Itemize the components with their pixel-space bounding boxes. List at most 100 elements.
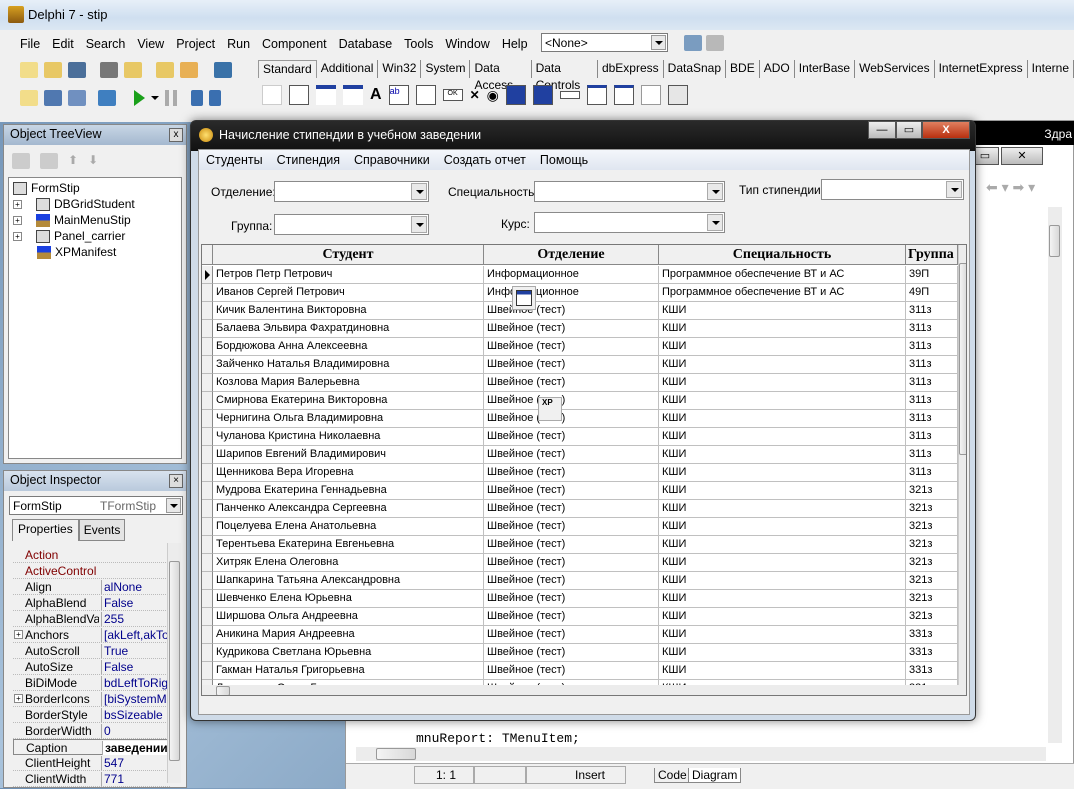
table-row[interactable]: Хитряк Елена Олеговна Швейное (тест) КШИ 32… — [202, 554, 962, 572]
scrollbar-thumb[interactable] — [959, 263, 966, 455]
row-indicator[interactable] — [202, 392, 213, 410]
table-row[interactable]: Чернигина Ольга Владимировна Швейное (тес… — [202, 410, 962, 428]
toggle-form-unit-icon[interactable] — [68, 90, 86, 106]
table-cell[interactable]: 321з — [906, 482, 958, 500]
property-row[interactable]: ClientHeight 547 — [13, 755, 170, 771]
palette-tab-bde[interactable]: BDE — [726, 60, 760, 78]
column-header-specialty[interactable]: Специальность — [659, 245, 906, 265]
property-row[interactable]: Align alNone — [13, 579, 170, 595]
table-cell[interactable]: Чуланова Кристина Николаевна — [213, 428, 484, 446]
table-cell[interactable]: Швейное (тест) — [484, 482, 659, 500]
table-row[interactable]: Зайченко Наталья Владимировна Швейное (те… — [202, 356, 962, 374]
palette-tab-webservices[interactable]: WebServices — [855, 60, 935, 78]
scrollbar-thumb[interactable] — [1049, 225, 1060, 257]
row-indicator[interactable] — [202, 608, 213, 626]
radiogroup-icon[interactable] — [613, 85, 634, 105]
menu-help[interactable]: Help — [496, 37, 534, 51]
stipend-type-combo[interactable] — [821, 179, 964, 200]
palette-tab-datasnap[interactable]: DataSnap — [664, 60, 727, 78]
palette-tab-interne[interactable]: Interne — [1028, 60, 1074, 78]
row-indicator[interactable] — [202, 572, 213, 590]
maximize-icon[interactable]: ▭ — [896, 121, 922, 139]
table-cell[interactable]: 49П — [906, 284, 958, 302]
table-cell[interactable]: Швейное (тест) — [484, 392, 659, 410]
table-cell[interactable]: 331з — [906, 662, 958, 680]
row-indicator[interactable] — [202, 590, 213, 608]
table-cell[interactable]: 321з — [906, 518, 958, 536]
table-cell[interactable]: КШИ — [659, 518, 906, 536]
menu-file[interactable]: File — [14, 37, 46, 51]
editor-hscrollbar[interactable] — [356, 747, 1046, 761]
table-cell[interactable]: Швейное (тест) — [484, 302, 659, 320]
add-to-project-icon[interactable] — [156, 62, 174, 78]
course-combo[interactable] — [534, 212, 725, 233]
chevron-down-icon[interactable] — [946, 181, 962, 198]
students-grid[interactable]: Студент Отделение Специальность Группа П… — [201, 244, 967, 696]
table-cell[interactable]: 311з — [906, 356, 958, 374]
menu-component[interactable]: Component — [256, 37, 333, 51]
property-row[interactable]: + Anchors [akLeft,akTop — [13, 627, 171, 643]
table-cell[interactable]: Швейное (тест) — [484, 428, 659, 446]
table-row[interactable]: Мудрова Екатерина Геннадьевна Швейное (те… — [202, 482, 962, 500]
close-icon[interactable]: ✕ — [1001, 147, 1043, 165]
config-combo[interactable]: <None> — [541, 33, 668, 52]
menu-tools[interactable]: Tools — [398, 37, 439, 51]
expand-icon[interactable]: + — [14, 694, 23, 703]
table-cell[interactable]: Иванов Сергей Петрович — [213, 284, 484, 302]
grid-hscrollbar[interactable] — [202, 685, 966, 695]
table-cell[interactable]: Козлова Мария Валерьевна — [213, 374, 484, 392]
property-row[interactable]: +BorderIcons [biSystemMen — [13, 691, 171, 707]
table-cell[interactable]: Щенникова Вера Игоревна — [213, 464, 484, 482]
palette-tab-internetexpress[interactable]: InternetExpress — [935, 60, 1028, 78]
inspector-scrollbar[interactable] — [167, 543, 181, 783]
table-cell[interactable]: 331з — [906, 644, 958, 662]
table-cell[interactable]: Швейное (тест) — [484, 464, 659, 482]
table-cell[interactable]: Хитряк Елена Олеговна — [213, 554, 484, 572]
new-form-icon[interactable] — [98, 90, 116, 106]
table-cell[interactable]: КШИ — [659, 608, 906, 626]
row-indicator[interactable] — [202, 446, 213, 464]
palette-tab-ado[interactable]: ADO — [760, 60, 795, 78]
table-row[interactable]: Петров Петр Петрович Информационное Програ… — [202, 266, 962, 284]
expand-icon[interactable]: + — [13, 215, 22, 225]
form-menu-item[interactable]: Создать отчет — [437, 153, 533, 167]
table-cell[interactable]: Смирнова Екатерина Викторовна — [213, 392, 484, 410]
table-row[interactable]: Шевченко Елена Юрьевна Швейное (тест) КШИ 3… — [202, 590, 962, 608]
table-cell[interactable]: Панченко Александра Сергеевна — [213, 500, 484, 518]
table-cell[interactable]: КШИ — [659, 536, 906, 554]
department-combo[interactable] — [274, 181, 429, 202]
table-cell[interactable]: КШИ — [659, 482, 906, 500]
menu-run[interactable]: Run — [221, 37, 256, 51]
mainmenu-design-component[interactable] — [512, 286, 536, 310]
new-item-icon[interactable] — [12, 153, 30, 169]
table-row[interactable]: Бордюжова Анна Алексеевна Швейное (тест) К… — [202, 338, 962, 356]
delete-item-icon[interactable] — [40, 153, 58, 169]
table-cell[interactable]: Мудрова Екатерина Геннадьевна — [213, 482, 484, 500]
new-icon[interactable] — [20, 62, 38, 78]
palette-tab-additional[interactable]: Additional — [317, 60, 379, 78]
form-menu-item[interactable]: Справочники — [347, 153, 437, 167]
table-cell[interactable]: КШИ — [659, 662, 906, 680]
row-indicator[interactable] — [202, 644, 213, 662]
table-row[interactable]: Кичик Валентина Викторовна Швейное (тест)… — [202, 302, 962, 320]
tab-properties[interactable]: Properties — [12, 519, 79, 541]
table-cell[interactable]: 311з — [906, 338, 958, 356]
row-indicator[interactable] — [202, 482, 213, 500]
row-indicator[interactable] — [202, 500, 213, 518]
table-row[interactable]: Чуланова Кристина Николаевна Швейное (тес… — [202, 428, 962, 446]
row-indicator[interactable] — [202, 302, 213, 320]
code-line[interactable]: mnuReport: TMenuItem; — [416, 731, 580, 746]
table-cell[interactable]: КШИ — [659, 320, 906, 338]
table-cell[interactable]: Аникина Мария Андреевна — [213, 626, 484, 644]
property-value[interactable]: [akLeft,akTop — [101, 628, 171, 642]
row-indicator[interactable] — [202, 518, 213, 536]
table-cell[interactable]: КШИ — [659, 356, 906, 374]
property-row[interactable]: BorderStyle bsSizeable — [13, 707, 170, 723]
close-icon[interactable]: X — [922, 121, 970, 139]
chevron-down-icon[interactable] — [166, 498, 181, 513]
palette-tab-system[interactable]: System — [421, 60, 471, 78]
scrollbar-thumb[interactable] — [169, 561, 180, 761]
palette-tab-dbexpress[interactable]: dbExpress — [598, 60, 664, 78]
table-cell[interactable]: Швейное (тест) — [484, 338, 659, 356]
table-cell[interactable]: Зайченко Наталья Владимировна — [213, 356, 484, 374]
